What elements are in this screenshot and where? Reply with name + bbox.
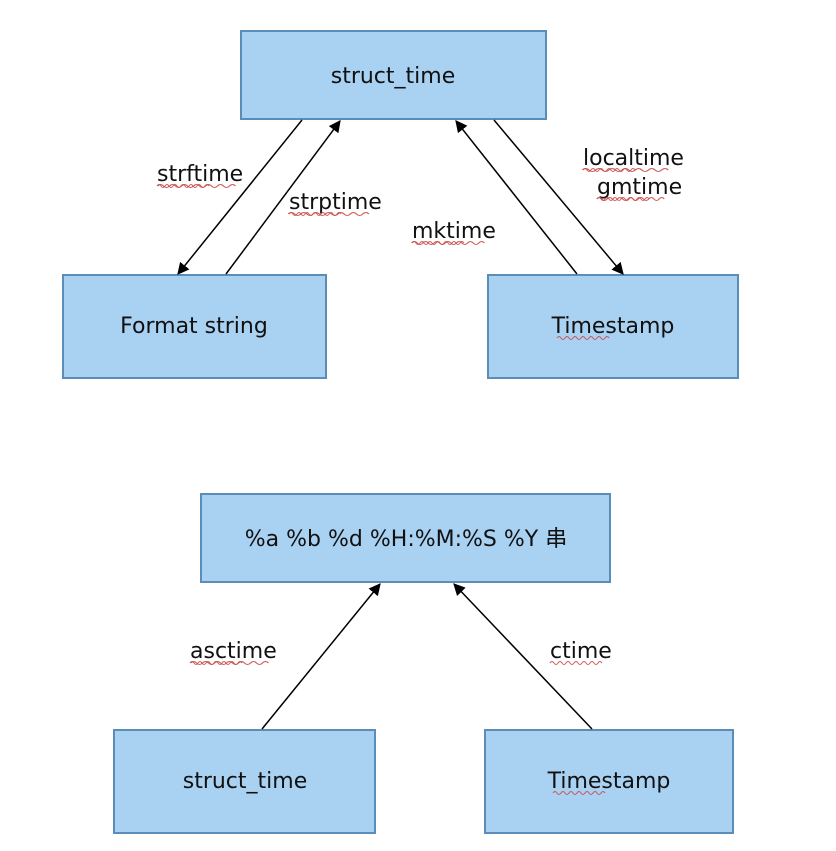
label-mktime: mktime xyxy=(412,219,496,244)
label-strptime: strptime xyxy=(289,190,382,215)
box-timestamp-1-label: Timestamp xyxy=(551,314,675,339)
label-gmtime: gmtime xyxy=(597,175,682,200)
label-localtime: localtime xyxy=(583,146,684,171)
label-strftime: strftime xyxy=(157,162,243,187)
box-timestamp-2-label: Timestamp xyxy=(547,769,671,794)
box-struct-time-2-label: struct_time xyxy=(183,769,308,794)
label-asctime: asctime xyxy=(190,639,277,664)
box-format-string-label: Format string xyxy=(120,314,268,339)
label-ctime: ctime xyxy=(550,639,612,664)
arrow-asctime xyxy=(262,584,380,729)
box-format-pattern-label: %a %b %d %H:%M:%S %Y 串 xyxy=(245,527,567,552)
box-struct-time-1-label: struct_time xyxy=(331,64,456,89)
